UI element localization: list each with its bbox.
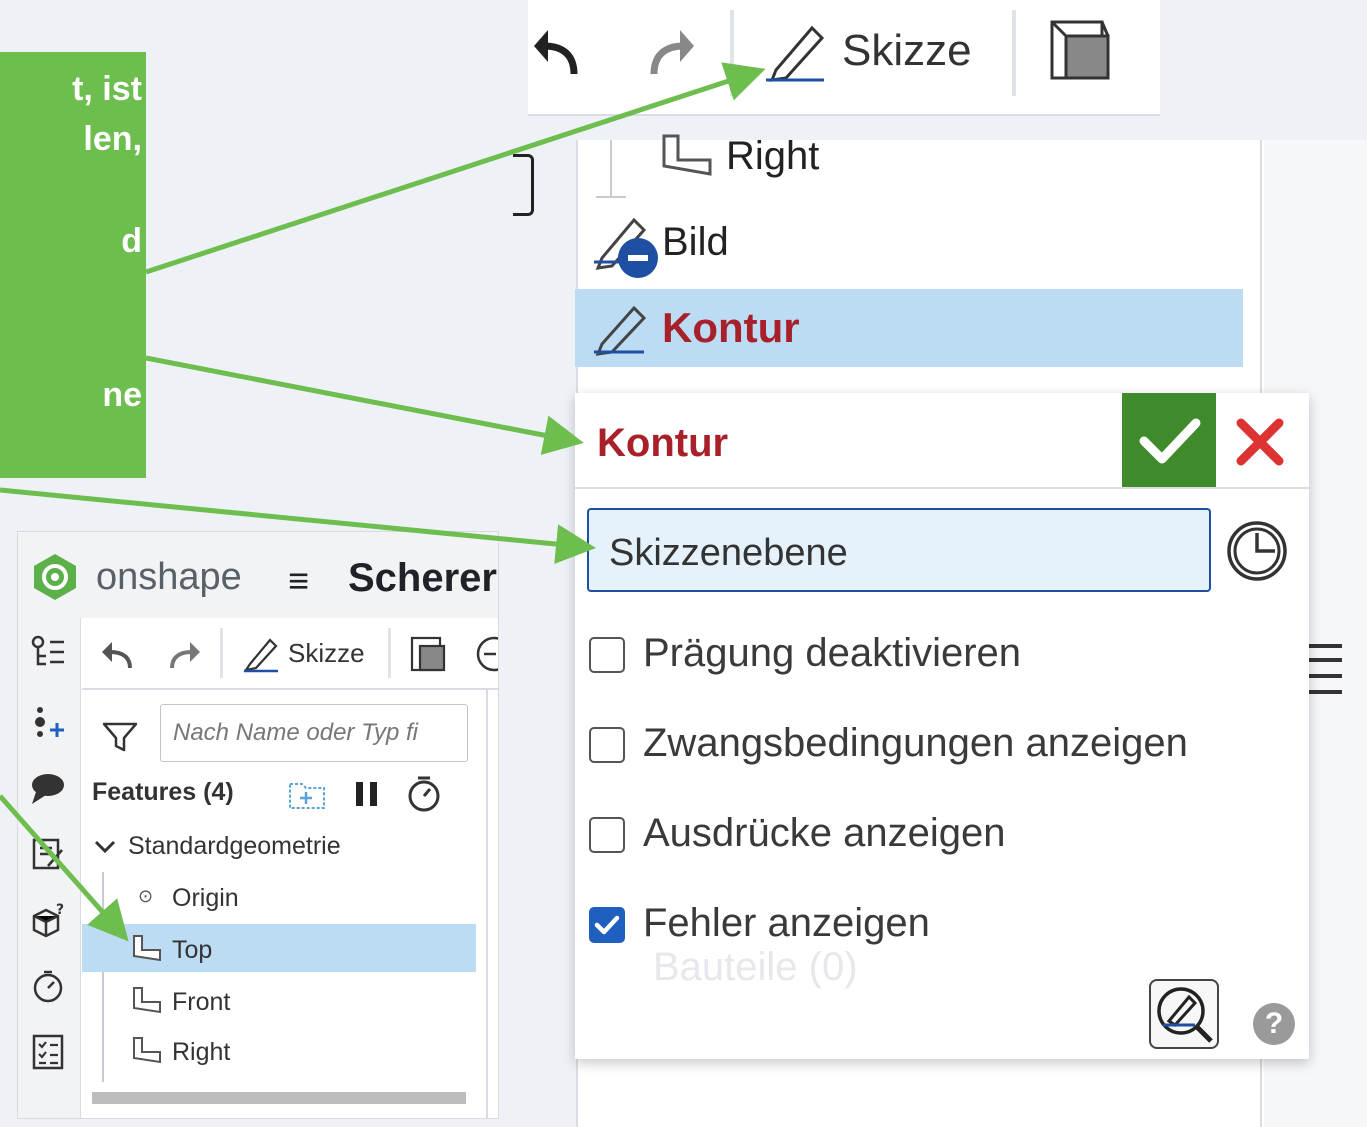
instruction-callout: t, ist len, d ne [0, 52, 146, 478]
help-icon[interactable]: ? [1253, 1003, 1295, 1045]
ok-button[interactable] [1122, 393, 1216, 487]
sketch-plane-label: Skizzenebene [609, 532, 848, 574]
checklist-icon[interactable] [30, 1034, 66, 1070]
kontur-dialog: Kontur Skizzenebene Prägung deaktivieren… [575, 393, 1309, 1059]
dialog-title: Kontur [597, 421, 729, 465]
mini-feature-panel: Nach Name oder Typ fi Features (4) Stand… [82, 690, 488, 1118]
cancel-button[interactable] [1225, 407, 1295, 477]
option-label: Fehler anzeigen [643, 901, 930, 945]
tree-item-origin[interactable]: Origin [172, 884, 239, 913]
toolbar-sketch-label[interactable]: Skizze [842, 26, 972, 76]
callout-line-3: d [121, 222, 142, 260]
sketch-icon[interactable] [764, 18, 828, 84]
mass-properties-icon[interactable]: ? [30, 902, 66, 938]
check-icon [1139, 418, 1201, 464]
plane-icon [133, 1037, 161, 1064]
checkbox[interactable] [589, 637, 625, 673]
more-icon[interactable] [474, 634, 498, 674]
group-standardgeometrie[interactable]: Standardgeometrie [128, 832, 341, 861]
mini-header: onshape ≡ Scherer [18, 532, 498, 618]
tree-item-right[interactable]: Right [726, 134, 819, 179]
sketch-icon [594, 305, 647, 356]
tree-item-right[interactable]: Right [172, 1038, 230, 1067]
checkbox[interactable] [589, 727, 625, 763]
onshape-mini-screenshot: onshape ≡ Scherer ? Skizze Nach Name ode… [18, 532, 498, 1118]
feature-tree-icon[interactable] [30, 634, 66, 670]
cube-icon[interactable] [408, 634, 448, 674]
document-title: Scherer [348, 556, 497, 600]
tree-item-bild[interactable]: Bild [662, 220, 729, 265]
features-count: Features (4) [92, 778, 234, 806]
undo-icon[interactable] [100, 636, 134, 670]
redo-icon[interactable] [648, 22, 698, 78]
arrow-to-kontur [145, 355, 584, 455]
panel-collapse-icon[interactable] [513, 154, 534, 216]
ghost-parts-label: Bauteile (0) [653, 945, 858, 989]
brand-name: onshape [96, 556, 242, 598]
sketch-inspect-button[interactable] [1149, 979, 1219, 1049]
sketch-inspect-icon [1157, 987, 1213, 1043]
mini-sketch-label[interactable]: Skizze [288, 638, 365, 669]
onshape-logo-icon [34, 554, 76, 600]
horizontal-scrollbar[interactable] [92, 1092, 466, 1104]
comment-icon[interactable] [30, 770, 66, 806]
option-label: Zwangsbedingungen anzeigen [643, 721, 1188, 765]
sketch-plane-field[interactable]: Skizzenebene [587, 508, 1211, 592]
checkbox-checked[interactable] [589, 907, 625, 943]
close-icon [1236, 418, 1284, 466]
menu-icon[interactable]: ≡ [288, 560, 309, 602]
callout-line-1: t, ist [72, 70, 142, 108]
undo-icon[interactable] [530, 22, 580, 78]
tree-item-front[interactable]: Front [172, 988, 230, 1017]
mini-toolbar: Skizze [82, 618, 498, 690]
plane-icon [662, 134, 712, 176]
sketch-suppressed-icon [594, 217, 658, 278]
search-placeholder: Nach Name oder Typ fi [173, 719, 418, 746]
timer-icon[interactable] [404, 774, 444, 814]
plane-icon [133, 935, 161, 962]
sketch-icon[interactable] [242, 634, 282, 674]
timer-icon[interactable] [30, 968, 66, 1004]
pause-icon[interactable] [352, 778, 382, 810]
add-folder-icon[interactable] [288, 778, 326, 810]
tree-item-kontur[interactable]: Kontur [662, 304, 800, 352]
plane-icon [133, 987, 161, 1014]
option-label: Ausdrücke anzeigen [643, 811, 1006, 855]
redo-icon[interactable] [168, 636, 202, 670]
notes-icon[interactable] [30, 836, 66, 872]
cube-icon[interactable] [1048, 18, 1114, 84]
mini-sidebar: ? [18, 618, 81, 1118]
search-input[interactable]: Nach Name oder Typ fi [160, 704, 468, 762]
check-icon [594, 915, 620, 935]
filter-icon[interactable] [102, 720, 138, 754]
origin-icon: ⊙ [138, 886, 154, 906]
callout-line-2: len, [83, 120, 142, 158]
option-label: Prägung deaktivieren [643, 631, 1022, 675]
svg-text:?: ? [56, 902, 64, 918]
callout-line-4: ne [102, 376, 142, 414]
add-variable-icon[interactable] [30, 704, 66, 740]
clock-icon[interactable] [1225, 519, 1289, 583]
tree-item-top[interactable]: Top [172, 936, 212, 965]
chevron-down-icon[interactable] [92, 836, 118, 858]
checkbox[interactable] [589, 817, 625, 853]
